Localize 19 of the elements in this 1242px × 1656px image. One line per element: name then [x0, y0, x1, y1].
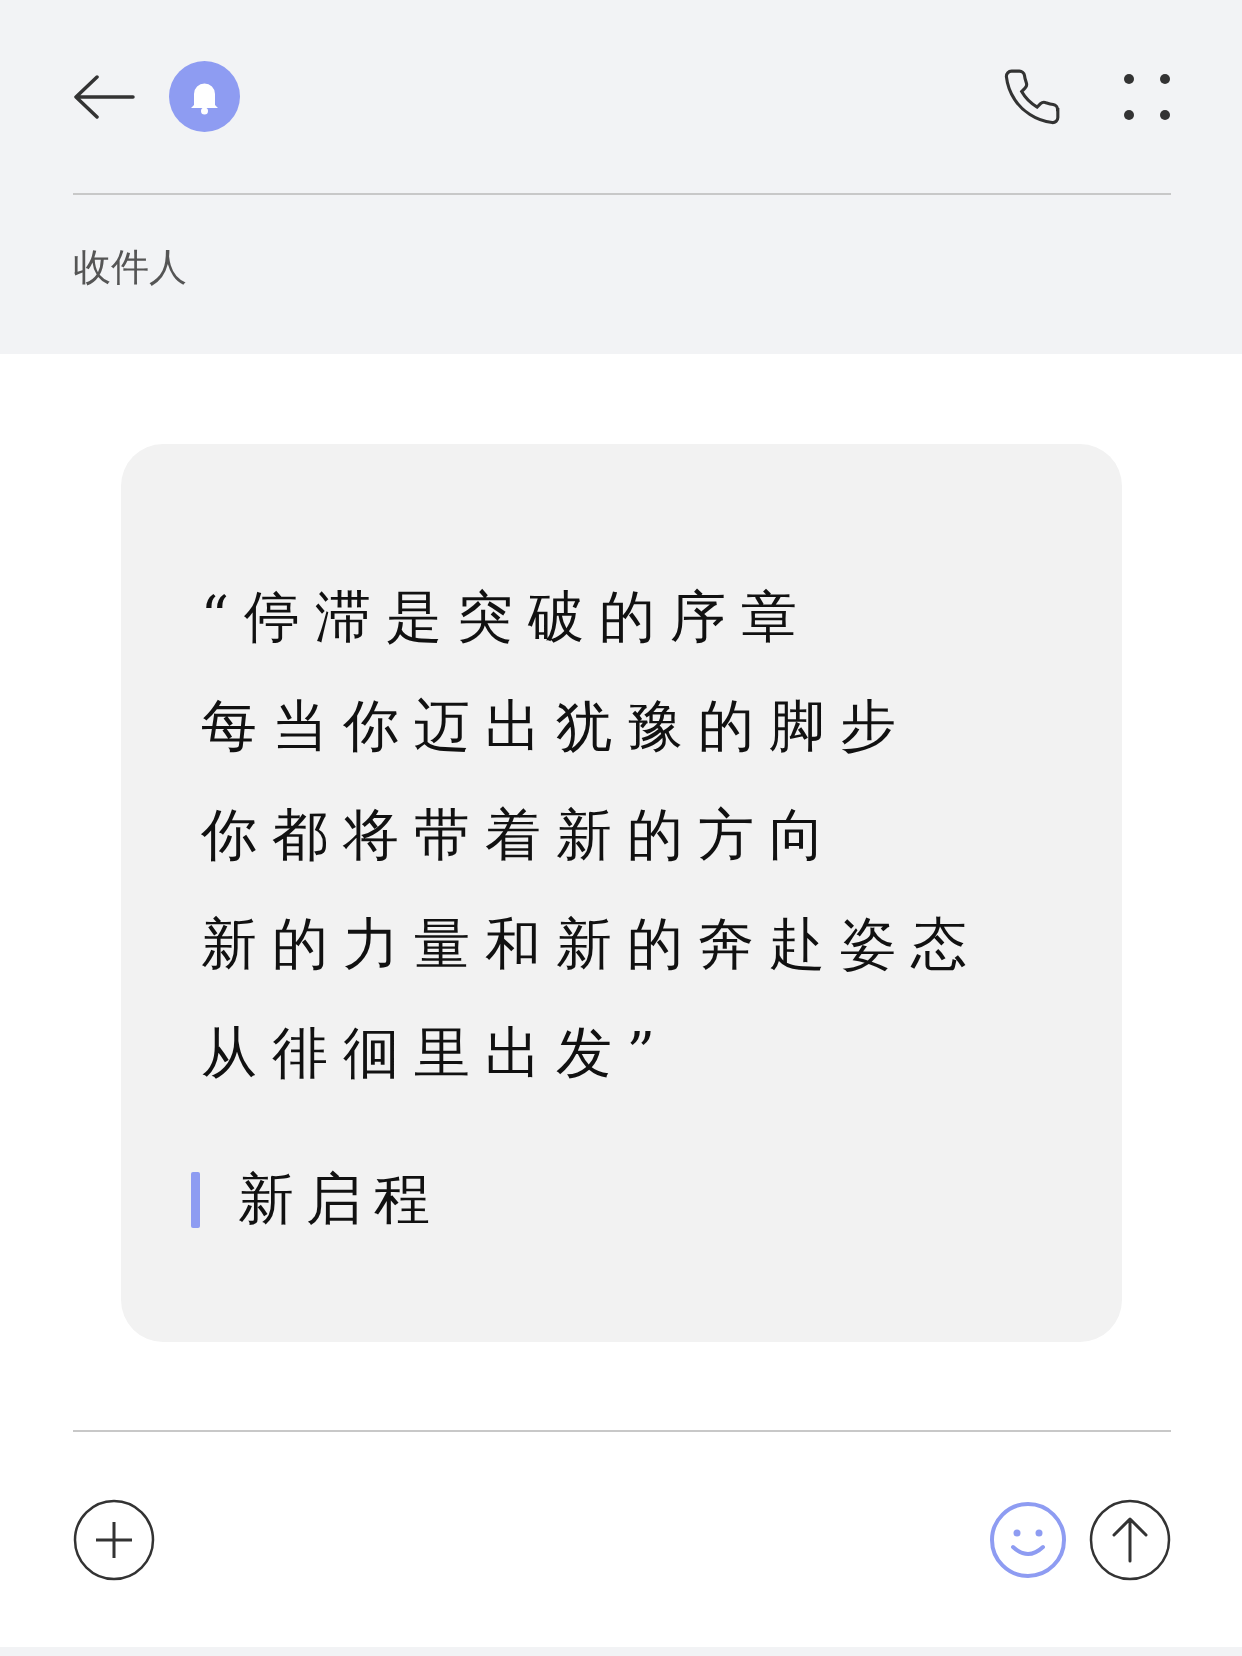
- recipient-label: 收件人: [73, 244, 188, 291]
- quote-line: 每当你迈出犹豫的脚步: [200, 692, 912, 761]
- smiley-icon: [989, 1500, 1067, 1579]
- back-button[interactable]: [73, 74, 135, 119]
- emoji-button[interactable]: [989, 1500, 1067, 1579]
- bell-icon: [169, 61, 240, 132]
- more-button[interactable]: [1123, 72, 1171, 121]
- dots-icon: [1123, 72, 1171, 121]
- send-button[interactable]: [1089, 1498, 1171, 1581]
- notification-button[interactable]: [169, 61, 240, 132]
- quote-line: “停滞是突破的序章: [200, 583, 814, 652]
- quote-line: 你都将带着新的方向: [200, 801, 841, 870]
- back-arrow-icon: [73, 74, 135, 119]
- add-button[interactable]: [73, 1498, 155, 1581]
- quote-line: 新的力量和新的奔赴姿态: [200, 910, 983, 979]
- accent-bar: [190, 1172, 200, 1229]
- signature-text: 新启程: [237, 1165, 442, 1234]
- plus-icon: [73, 1498, 155, 1581]
- quote-line: 从徘徊里出发”: [200, 1019, 672, 1088]
